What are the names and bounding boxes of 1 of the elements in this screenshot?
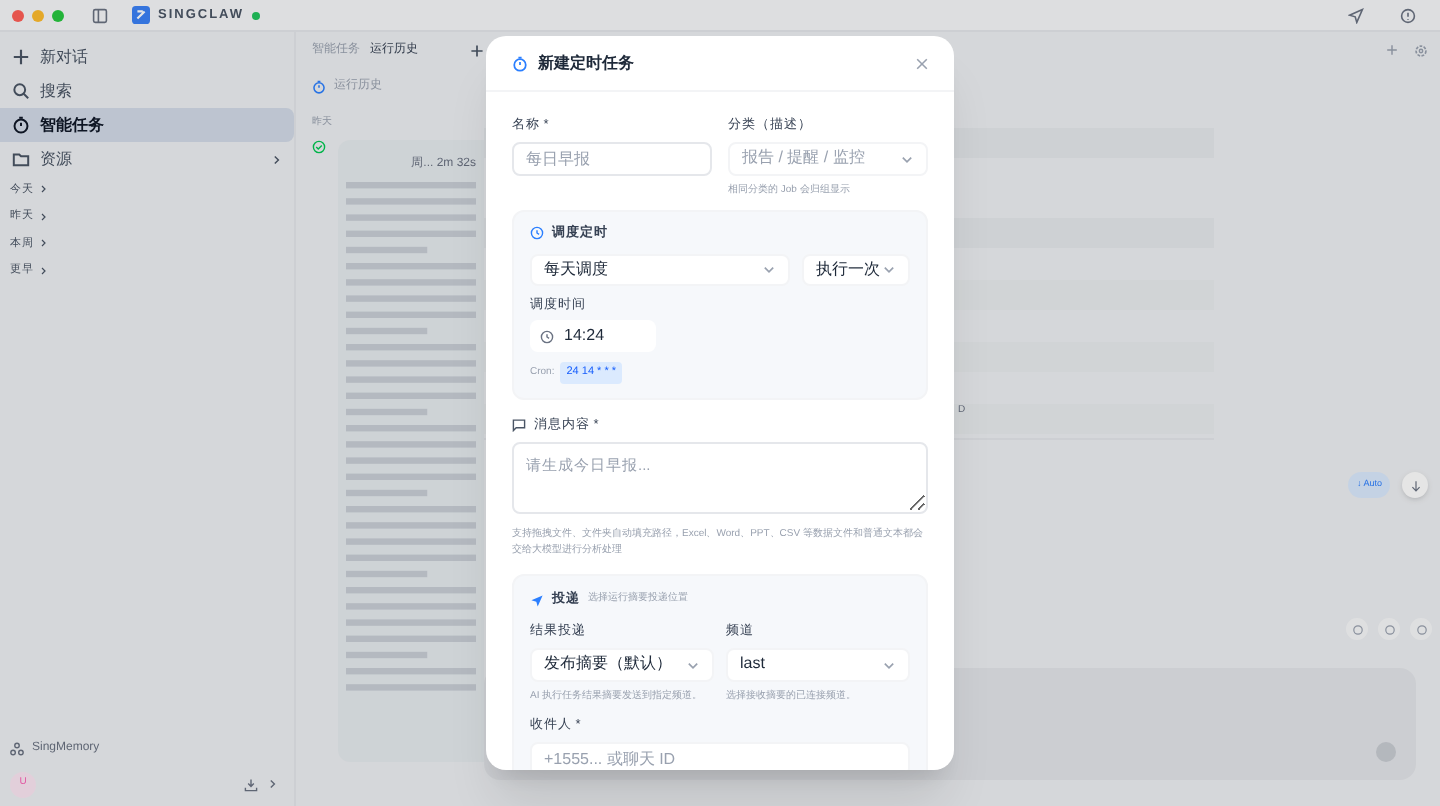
modal-title: 新建定时任务 <box>538 51 634 75</box>
